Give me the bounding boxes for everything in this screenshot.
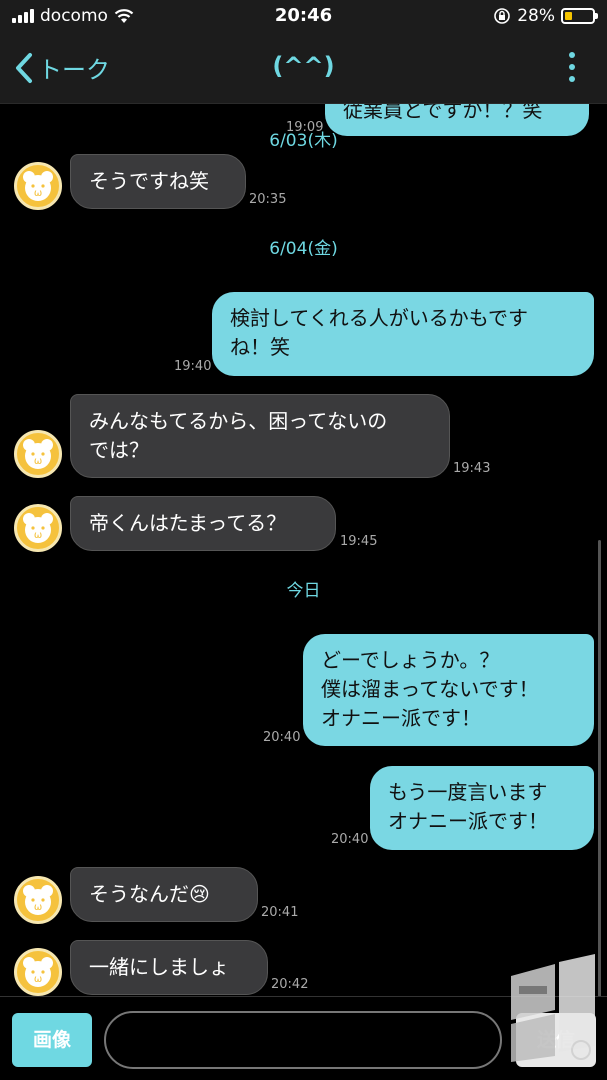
date-separator: 今日 [286, 581, 321, 601]
message-bubble-incoming: みんなもてるから、困ってないの では？ [70, 394, 450, 478]
message-input[interactable] [104, 1011, 502, 1069]
svg-text:ω: ω [34, 974, 42, 985]
message-time: 20:35 [249, 192, 287, 207]
more-menu-icon[interactable] [569, 52, 577, 86]
svg-text:ω: ω [34, 902, 42, 913]
avatar[interactable]: ω [14, 504, 62, 552]
watermark-logo [511, 954, 595, 1062]
message-time: 19:40 [174, 359, 212, 374]
message-time: 20:40 [331, 832, 369, 847]
message-time: 19:43 [453, 461, 491, 476]
chat-title: (^^) [272, 52, 335, 80]
chat-area[interactable]: 従業員とですか！？笑 19:09 6/03(木) ω そうですね笑 20:35 … [0, 104, 607, 996]
image-button[interactable]: 画像 [12, 1013, 92, 1067]
svg-text:ω: ω [34, 530, 42, 541]
avatar[interactable]: ω [14, 162, 62, 210]
nav-bar: トーク (^^) [0, 34, 607, 104]
svg-text:ω: ω [34, 188, 42, 199]
message-bubble-outgoing: もう一度言います オナニー派です！ [370, 766, 594, 850]
avatar[interactable]: ω [14, 430, 62, 478]
svg-text:ω: ω [34, 456, 42, 467]
message-bubble-incoming: そうなんだ😢 [70, 867, 258, 922]
message-time: 20:40 [263, 730, 301, 745]
orientation-lock-icon [494, 8, 511, 24]
message-bubble-outgoing: どーでしょうか。？ 僕は溜まってないです！ オナニー派です！ [303, 634, 594, 746]
message-time: 20:42 [271, 977, 309, 992]
date-separator: 6/03(木) [269, 131, 338, 151]
message-bubble-incoming: 一緒にしましょ [70, 940, 268, 995]
avatar[interactable]: ω [14, 876, 62, 924]
date-separator: 6/04(金) [269, 239, 338, 259]
battery-icon [561, 8, 598, 24]
message-time: 20:41 [261, 905, 299, 920]
avatar[interactable]: ω [14, 948, 62, 996]
message-time: 19:45 [340, 534, 378, 549]
message-bubble-incoming: そうですね笑 [70, 154, 246, 209]
battery-percent: 28% [517, 6, 555, 26]
message-bubble-incoming: 帝くんはたまってる？ [70, 496, 336, 551]
chat-scrollbar[interactable] [598, 540, 601, 996]
status-bar: docomo 20:46 28% [0, 0, 607, 34]
message-bubble-outgoing: 検討してくれる人がいるかもです ね！笑 [212, 292, 594, 376]
